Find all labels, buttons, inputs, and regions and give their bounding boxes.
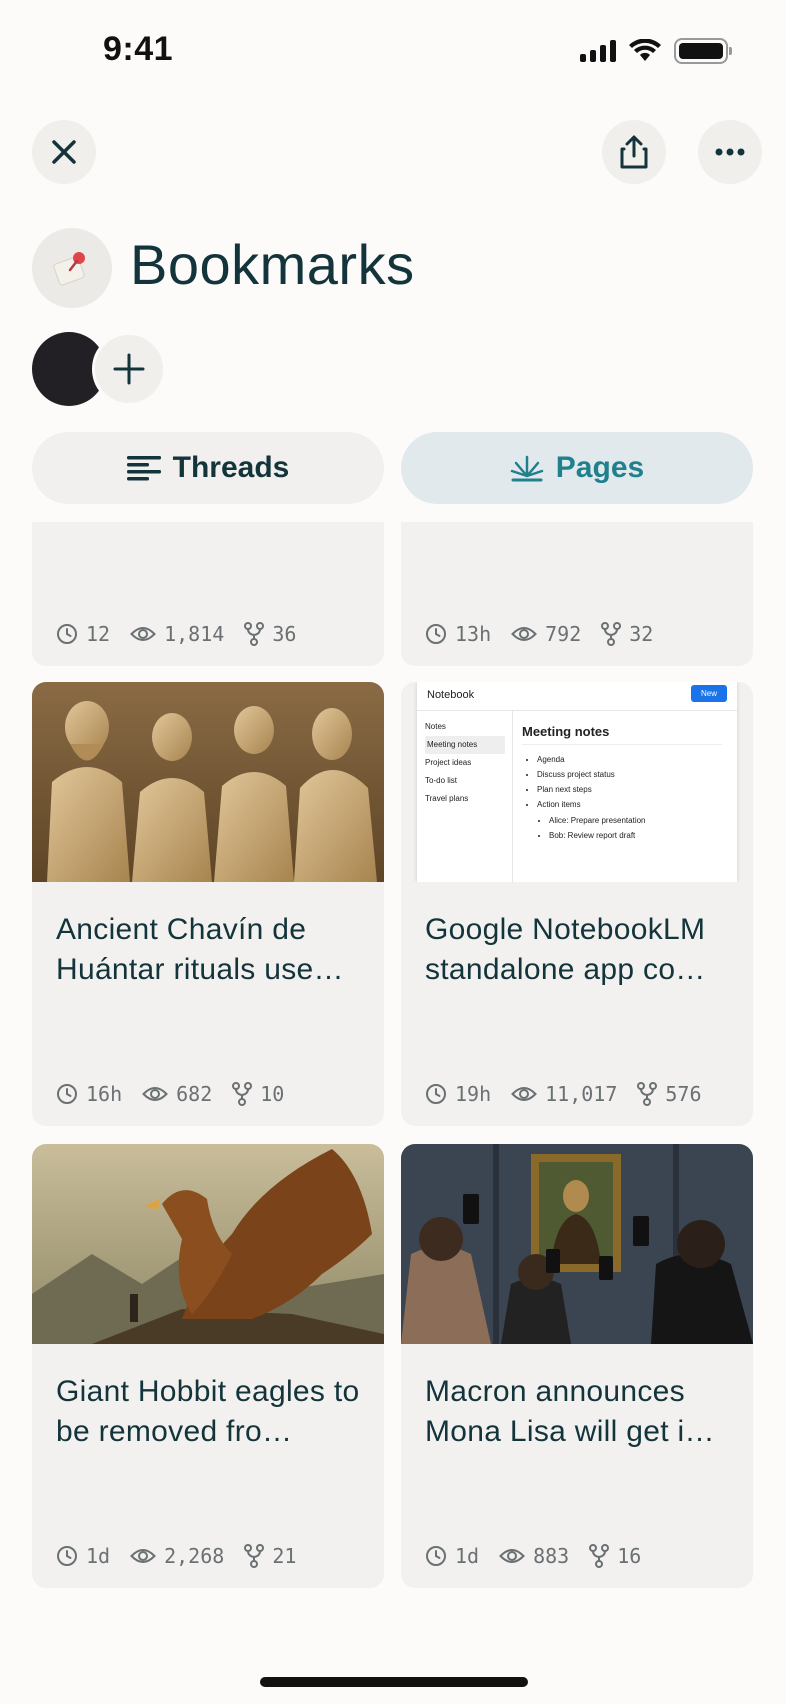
eye-icon <box>511 1087 538 1101</box>
home-indicator[interactable] <box>260 1677 528 1687</box>
card-views: 792 <box>545 622 582 646</box>
fork-icon <box>232 1082 253 1106</box>
card-time: 19h <box>455 1082 492 1106</box>
card-thumbnail-mona-lisa-crowd <box>401 1144 753 1344</box>
page-title: Bookmarks <box>130 233 415 296</box>
card-title: Ancient Chavín de Huántar rituals use… <box>56 913 344 986</box>
card-forks: 21 <box>272 1544 297 1568</box>
eye-icon <box>142 1087 169 1101</box>
notebook-sidebar-item: Meeting notes <box>425 736 505 754</box>
card-views: 1,814 <box>164 622 225 646</box>
page-card[interactable]: 13h 792 32 <box>401 522 753 666</box>
fork-icon <box>589 1544 610 1568</box>
threads-icon <box>126 456 161 481</box>
clock-icon <box>426 1084 446 1104</box>
clock-icon <box>57 1546 77 1566</box>
fork-icon <box>637 1082 658 1106</box>
card-thumbnail-giant-eagle <box>32 1144 384 1344</box>
plus-icon <box>113 353 145 385</box>
page-card[interactable]: Giant Hobbit eagles to be removed fro… 1… <box>32 1144 384 1588</box>
notebook-bullet: Plan next steps <box>537 782 615 797</box>
close-icon <box>52 140 76 164</box>
card-title: Macron announces Mona Lisa will get i… <box>425 1375 715 1448</box>
notebook-bullet: Agenda <box>537 752 615 767</box>
clock-icon <box>57 1084 77 1104</box>
clock-icon <box>426 1546 446 1566</box>
card-views: 682 <box>176 1082 213 1106</box>
notebook-sub-bullet: Bob: Review report draft <box>549 828 646 843</box>
card-forks: 16 <box>617 1544 642 1568</box>
pages-icon <box>510 455 544 482</box>
wifi-icon <box>629 39 661 61</box>
card-stats: 12 1,814 36 <box>56 622 296 646</box>
tab-threads[interactable]: Threads <box>32 432 384 504</box>
eye-icon <box>130 1549 156 1563</box>
card-stats: 1d 883 16 <box>425 1544 641 1568</box>
tab-pages-label: Pages <box>555 451 645 484</box>
status-time: 9:41 <box>103 30 174 68</box>
page-card[interactable]: Ancient Chavín de Huántar rituals use… 1… <box>32 682 384 1126</box>
battery-icon <box>674 38 732 64</box>
more-options-button[interactable] <box>698 120 762 184</box>
card-thumbnail-ancient-statues <box>32 682 384 882</box>
card-views: 883 <box>533 1544 570 1568</box>
card-time: 16h <box>86 1082 123 1106</box>
fork-icon <box>244 1544 265 1568</box>
cellular-signal-icon <box>580 40 616 62</box>
card-forks: 576 <box>665 1082 702 1106</box>
ellipsis-icon <box>715 148 745 156</box>
fork-icon <box>601 622 622 646</box>
notebook-doc-title: Meeting notes <box>522 724 610 739</box>
card-stats: 19h 11,017 576 <box>425 1082 702 1106</box>
card-forks: 32 <box>629 622 654 646</box>
notebook-app-name: Notebook <box>427 689 475 701</box>
clock-icon <box>57 624 77 644</box>
notebook-sub-bullet: Alice: Prepare presentation <box>549 813 646 828</box>
card-time: 1d <box>455 1544 480 1568</box>
tab-threads-label: Threads <box>172 451 290 484</box>
share-icon <box>620 135 648 169</box>
page-card[interactable]: 12 1,814 36 <box>32 522 384 666</box>
tab-pages[interactable]: Pages <box>401 432 753 504</box>
clock-icon <box>426 624 446 644</box>
notebook-new-button: New <box>690 685 727 702</box>
status-icons <box>580 38 732 64</box>
notebook-sidebar-item: Travel plans <box>425 794 469 803</box>
collection-icon[interactable] <box>32 228 112 308</box>
fork-icon <box>244 622 265 646</box>
card-stats: 1d 2,268 21 <box>56 1544 296 1568</box>
notebook-sidebar-item: Notes <box>425 722 446 731</box>
card-title: Giant Hobbit eagles to be removed fro… <box>56 1375 360 1448</box>
card-stats: 16h 682 10 <box>56 1082 284 1106</box>
card-views: 11,017 <box>545 1082 618 1106</box>
page-card[interactable]: Macron announces Mona Lisa will get i… 1… <box>401 1144 753 1588</box>
notebook-sidebar-item: To-do list <box>425 776 458 785</box>
eye-icon <box>499 1549 525 1563</box>
page-card[interactable]: Notebook New Notes Meeting notes Project… <box>401 682 753 1126</box>
card-forks: 36 <box>272 622 297 646</box>
notebook-sidebar-item: Project ideas <box>425 758 472 767</box>
pages-grid[interactable]: 12 1,814 36 13h 792 32 Ancient Chavín de… <box>0 522 786 1606</box>
card-forks: 10 <box>260 1082 285 1106</box>
eye-icon <box>511 627 538 641</box>
close-button[interactable] <box>32 120 96 184</box>
card-views: 2,268 <box>164 1544 225 1568</box>
notebook-bullet: Action items <box>537 797 615 812</box>
card-time: 13h <box>455 622 492 646</box>
share-button[interactable] <box>602 120 666 184</box>
card-title: Google NotebookLM standalone app co… <box>425 913 706 986</box>
eye-icon <box>130 627 156 641</box>
add-member-button[interactable] <box>92 332 166 406</box>
card-stats: 13h 792 32 <box>425 622 653 646</box>
notebook-bullet: Discuss project status <box>537 767 615 782</box>
pushpin-icon <box>53 252 85 286</box>
card-thumbnail-notebook: Notebook New Notes Meeting notes Project… <box>401 682 753 882</box>
card-time: 12 <box>86 622 111 646</box>
card-time: 1d <box>86 1544 111 1568</box>
